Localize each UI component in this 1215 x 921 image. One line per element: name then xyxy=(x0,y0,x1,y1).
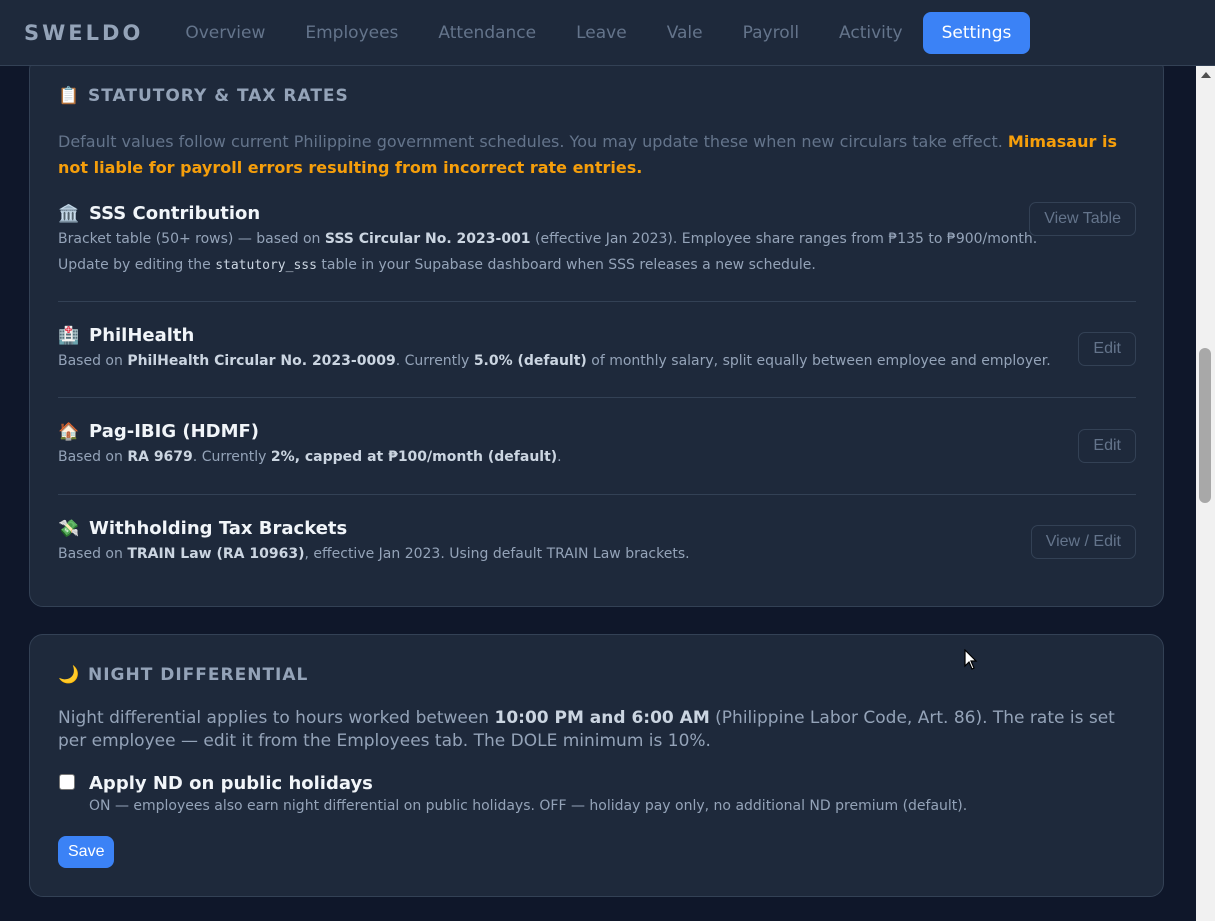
statutory-intro: Default values follow current Philippine… xyxy=(58,132,1117,177)
apply-nd-holidays-label[interactable]: Apply ND on public holidays xyxy=(89,773,373,794)
apply-nd-holidays-checkbox[interactable] xyxy=(59,774,75,790)
house-icon: 🏠 xyxy=(58,421,80,442)
rate-pagibig: 🏠 Pag-IBIG (HDMF) Based on RA 9679. Curr… xyxy=(58,421,1136,470)
night-differential-card: 🌙 NIGHT DIFFERENTIAL Night differential … xyxy=(29,634,1164,897)
rate-description: Based on RA 9679. Currently 2%, capped a… xyxy=(58,449,562,465)
edit-philhealth-button[interactable]: Edit xyxy=(1078,332,1136,366)
bank-icon: 🏛️ xyxy=(58,203,80,224)
divider xyxy=(58,301,1136,302)
rate-name: SSS Contribution xyxy=(89,203,261,224)
nav-tab-settings[interactable]: Settings xyxy=(922,11,1031,54)
divider xyxy=(58,397,1136,398)
top-nav-bar: SWELDO Overview Employees Attendance Lea… xyxy=(0,0,1215,66)
nav-tab-attendance[interactable]: Attendance xyxy=(418,12,556,54)
statutory-rates-card: 📋 STATUTORY & TAX RATES Default values f… xyxy=(29,66,1164,607)
rate-name: PhilHealth xyxy=(89,325,195,346)
mouse-pointer-icon xyxy=(964,649,978,670)
vertical-scrollbar[interactable] xyxy=(1196,66,1215,921)
save-button[interactable]: Save xyxy=(58,836,115,868)
rate-name: Pag-IBIG (HDMF) xyxy=(89,421,260,442)
rate-name: Withholding Tax Brackets xyxy=(89,518,348,539)
moon-icon: 🌙 xyxy=(58,665,81,685)
main-nav: Overview Employees Attendance Leave Vale… xyxy=(165,11,1031,54)
night-differential-title: 🌙 NIGHT DIFFERENTIAL xyxy=(58,665,309,685)
money-icon: 💸 xyxy=(58,518,80,539)
hospital-icon: 🏥 xyxy=(58,325,80,346)
view-sss-table-button[interactable]: View Table xyxy=(1029,202,1136,236)
view-edit-tax-brackets-button[interactable]: View / Edit xyxy=(1030,525,1136,559)
nav-tab-vale[interactable]: Vale xyxy=(647,12,723,54)
divider xyxy=(58,494,1136,495)
night-differential-description: Night differential applies to hours work… xyxy=(58,708,1115,751)
scroll-up-arrow-icon[interactable] xyxy=(1201,72,1211,78)
edit-pagibig-button[interactable]: Edit xyxy=(1078,429,1136,463)
statutory-rates-title: 📋 STATUTORY & TAX RATES xyxy=(58,86,349,106)
apply-nd-holidays-help: ON — employees also earn night different… xyxy=(89,798,968,814)
rate-description: Bracket table (50+ rows) — based on SSS … xyxy=(58,231,1038,273)
nav-tab-overview[interactable]: Overview xyxy=(165,12,285,54)
rate-philhealth: 🏥 PhilHealth Based on PhilHealth Circula… xyxy=(58,325,1136,374)
rate-description: Based on TRAIN Law (RA 10963), effective… xyxy=(58,546,690,562)
settings-content: 📋 STATUTORY & TAX RATES Default values f… xyxy=(0,66,1196,921)
nav-tab-payroll[interactable]: Payroll xyxy=(723,12,819,54)
nav-tab-employees[interactable]: Employees xyxy=(285,12,418,54)
clipboard-icon: 📋 xyxy=(58,86,81,106)
nav-tab-leave[interactable]: Leave xyxy=(556,12,647,54)
rate-withholding-tax: 💸 Withholding Tax Brackets Based on TRAI… xyxy=(58,518,1136,567)
scrollbar-thumb[interactable] xyxy=(1199,348,1211,503)
table-name-code: statutory_sss xyxy=(215,258,317,273)
brand-logo[interactable]: SWELDO xyxy=(24,21,143,45)
rate-sss: 🏛️ SSS Contribution Bracket table (50+ r… xyxy=(58,203,1136,279)
nav-tab-activity[interactable]: Activity xyxy=(819,12,923,54)
rate-description: Based on PhilHealth Circular No. 2023-00… xyxy=(58,353,1051,369)
